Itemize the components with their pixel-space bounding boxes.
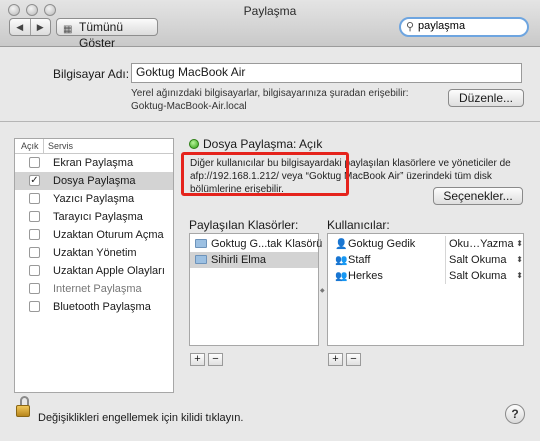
sharing-status: Dosya Paylaşma: Açık (203, 137, 323, 151)
permission-label: Salt Okuma (449, 270, 507, 282)
help-button[interactable]: ? (505, 404, 525, 424)
updown-arrows-icon: ⬍ (516, 239, 523, 248)
folder-icon (195, 239, 207, 248)
service-checkbox[interactable] (29, 265, 40, 276)
back-arrow-icon[interactable]: ◀ (10, 19, 31, 35)
folder-label: Goktug G...tak Klasörü (211, 238, 323, 250)
preferences-window: Paylaşma ◀ ▶ ▦ Tümünü Göster ⚲ Bilgisaya… (0, 0, 540, 441)
service-label: Internet Paylaşma (53, 283, 142, 295)
service-label: Ekran Paylaşma (53, 157, 134, 169)
service-row[interactable]: Uzaktan Apple Olayları (15, 262, 173, 280)
service-checkbox[interactable] (29, 247, 40, 258)
col-on-header[interactable]: Açık (15, 139, 44, 153)
remove-folder-button[interactable]: − (208, 353, 223, 366)
user-row[interactable]: 👥 Herkes Salt Okuma ⬍ (328, 268, 523, 284)
service-label: Yazıcı Paylaşma (53, 193, 135, 205)
lock-icon[interactable] (16, 396, 30, 418)
divider (0, 121, 540, 122)
permission-label: Salt Okuma (449, 254, 507, 266)
service-row[interactable]: Uzaktan Oturum Açma (15, 226, 173, 244)
service-row[interactable]: Tarayıcı Paylaşma (15, 208, 173, 226)
service-checkbox[interactable] (29, 211, 40, 222)
splitter-handle[interactable]: ◆ (320, 287, 325, 294)
computer-name-field[interactable]: Goktug MacBook Air (131, 63, 522, 83)
user-row[interactable]: 👥 Staff Salt Okuma ⬍ (328, 252, 523, 268)
shared-folders-list: Goktug G...tak Klasörü Sihirli Elma (189, 233, 322, 346)
user-label: Herkes (348, 270, 383, 282)
edit-button[interactable]: Düzenle... (448, 89, 524, 107)
add-user-button[interactable]: + (328, 353, 343, 366)
grid-icon: ▦ (63, 24, 73, 35)
status-indicator-icon (189, 139, 199, 149)
updown-arrows-icon: ⬍ (516, 271, 523, 280)
service-row[interactable]: Uzaktan Yönetim (15, 244, 173, 262)
computer-address-note: Yerel ağınızdaki bilgisayarlar, bilgisay… (131, 87, 409, 113)
window-title: Paylaşma (243, 4, 297, 18)
service-checkbox[interactable] (29, 301, 40, 312)
folder-row[interactable]: Sihirli Elma (190, 252, 318, 268)
service-checkbox[interactable]: ✓ (29, 175, 40, 186)
service-label: Dosya Paylaşma (53, 175, 136, 187)
service-checkbox[interactable] (29, 193, 40, 204)
options-button[interactable]: Seçenekler... (433, 187, 523, 205)
service-label: Uzaktan Oturum Açma (53, 229, 164, 241)
user-icon: 👤 (335, 239, 348, 250)
service-row[interactable]: Bluetooth Paylaşma (15, 298, 173, 316)
search-field[interactable]: ⚲ (399, 17, 529, 37)
folder-row[interactable]: Goktug G...tak Klasörü (190, 236, 322, 252)
folder-icon (195, 255, 207, 264)
group-icon: 👥 (335, 255, 348, 266)
col-service-header[interactable]: Servis (44, 139, 73, 153)
note-line-1: Yerel ağınızdaki bilgisayarlar, bilgisay… (131, 88, 409, 99)
computer-name-label: Bilgisayar Adı: (53, 67, 130, 81)
services-list-header: Açık Servis (15, 139, 173, 154)
permission-popup[interactable]: Salt Okuma ⬍ (445, 268, 523, 284)
folder-label: Sihirli Elma (211, 254, 267, 266)
user-label: Goktug Gedik (348, 238, 416, 250)
users-list: 👤 Goktug Gedik Oku…Yazma ⬍ 👥 Staff Salt Okuma ⬍… (327, 233, 524, 346)
shared-folders-header: Paylaşılan Klasörler: (189, 218, 299, 232)
lock-message: Değişiklikleri engellemek için kilidi tı… (38, 412, 244, 424)
user-label: Staff (348, 254, 371, 266)
add-folder-button[interactable]: + (190, 353, 205, 366)
group-icon: 👥 (335, 271, 348, 282)
back-forward-buttons: ◀ ▶ (9, 18, 51, 36)
permission-popup[interactable]: Salt Okuma ⬍ (445, 252, 523, 268)
search-input[interactable] (418, 20, 518, 32)
show-all-label: Tümünü Göster (79, 20, 124, 50)
service-label: Bluetooth Paylaşma (53, 301, 151, 313)
search-icon: ⚲ (406, 21, 415, 33)
users-header: Kullanıcılar: (327, 218, 390, 232)
permission-label: Oku…Yazma (449, 238, 514, 250)
service-checkbox[interactable] (29, 283, 40, 294)
highlight-annotation-box (181, 152, 349, 196)
service-row[interactable]: Yazıcı Paylaşma (15, 190, 173, 208)
show-all-button[interactable]: ▦ Tümünü Göster (56, 18, 158, 50)
title-bar: Paylaşma ◀ ▶ ▦ Tümünü Göster ⚲ (0, 0, 540, 50)
services-list: Açık Servis Ekran Paylaşma ✓ Dosya Paylaşm… (14, 138, 174, 393)
remove-user-button[interactable]: − (346, 353, 361, 366)
user-row[interactable]: 👤 Goktug Gedik Oku…Yazma ⬍ (328, 236, 523, 252)
permission-popup[interactable]: Oku…Yazma ⬍ (445, 236, 523, 252)
service-row[interactable]: ✓ Dosya Paylaşma (15, 172, 173, 190)
service-label: Uzaktan Apple Olayları (53, 265, 165, 277)
note-line-2: Goktug-MacBook-Air.local (131, 101, 247, 112)
service-checkbox[interactable] (29, 157, 40, 168)
updown-arrows-icon: ⬍ (516, 255, 523, 264)
service-label: Uzaktan Yönetim (53, 247, 137, 259)
service-row[interactable]: Internet Paylaşma (15, 280, 173, 298)
forward-arrow-icon[interactable]: ▶ (31, 19, 51, 35)
service-checkbox[interactable] (29, 229, 40, 240)
service-row[interactable]: Ekran Paylaşma (15, 154, 173, 172)
service-label: Tarayıcı Paylaşma (53, 211, 143, 223)
